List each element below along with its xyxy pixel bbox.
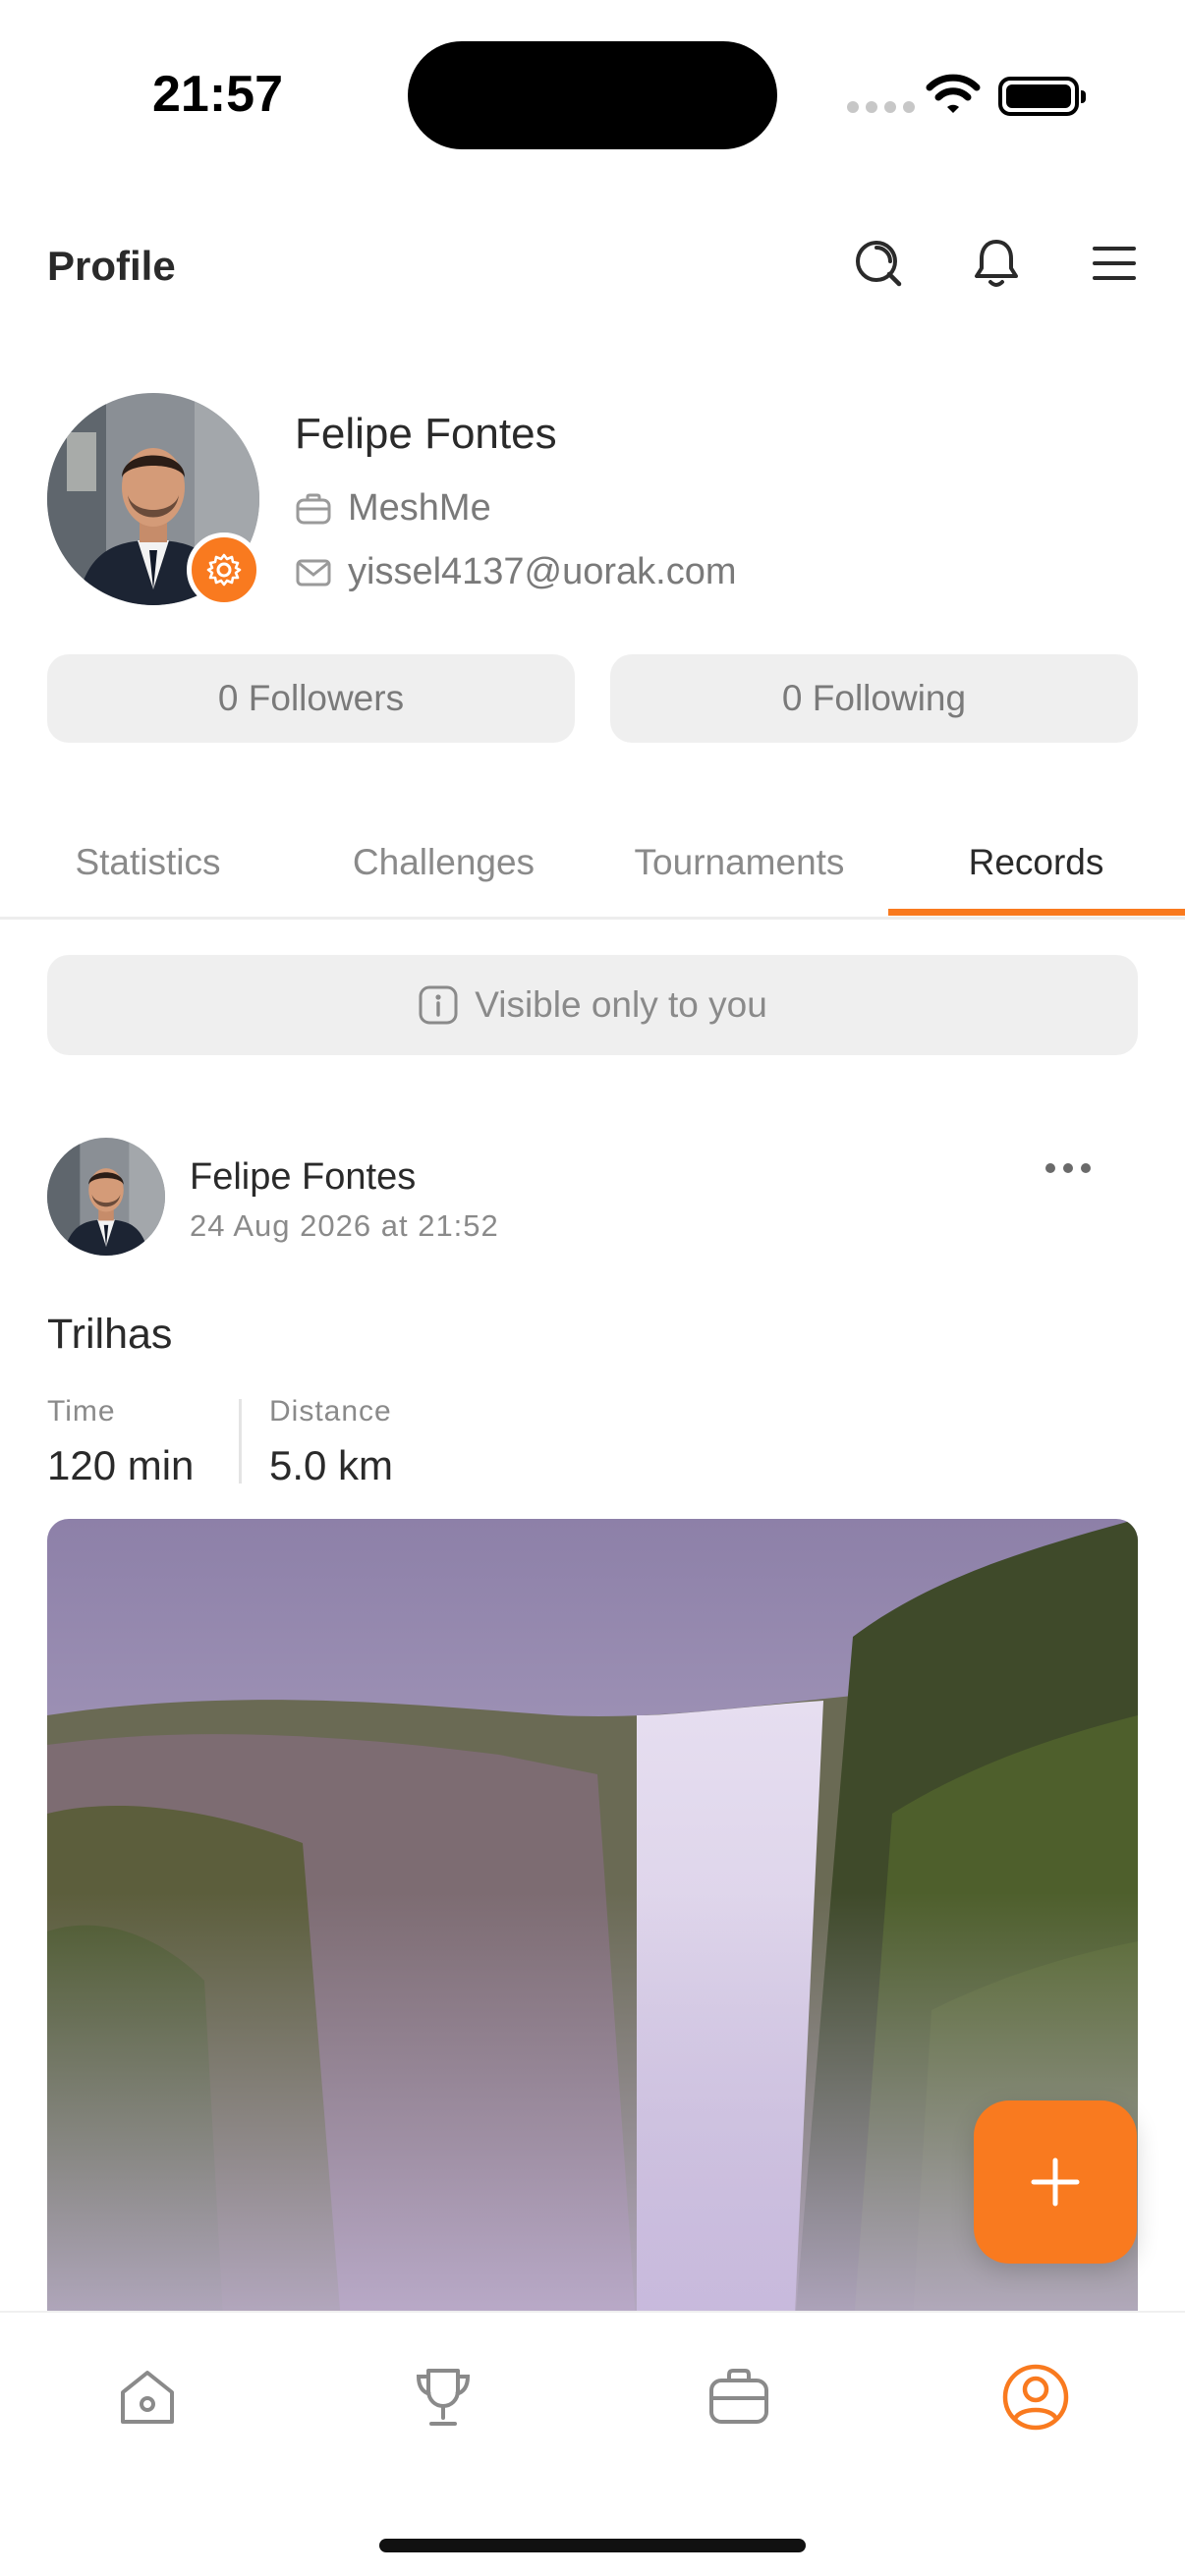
nav-home[interactable] xyxy=(108,2358,187,2436)
hamburger-menu-icon xyxy=(1093,247,1136,280)
profile-company-row: MeshMe xyxy=(295,487,491,530)
post-date: 24 Aug 2026 at 21:52 xyxy=(190,1208,499,1243)
tab-challenges[interactable]: Challenges xyxy=(296,806,592,920)
add-record-button[interactable] xyxy=(974,2100,1137,2264)
trophy-icon xyxy=(416,2369,471,2426)
status-time: 21:57 xyxy=(152,66,283,123)
briefcase-icon xyxy=(709,2369,768,2424)
battery-icon xyxy=(998,77,1086,116)
post-title: Trilhas xyxy=(47,1311,173,1358)
profile-company: MeshMe xyxy=(348,487,491,529)
search-icon xyxy=(856,241,902,287)
menu-button[interactable] xyxy=(1087,236,1142,291)
stat-time-label: Time xyxy=(47,1395,116,1428)
person-photo xyxy=(47,1138,165,1256)
bottom-navigation xyxy=(0,2311,1185,2576)
tab-statistics[interactable]: Statistics xyxy=(0,806,296,920)
nav-profile[interactable] xyxy=(996,2358,1075,2436)
profile-email: yissel4137@uorak.com xyxy=(348,551,737,592)
following-button[interactable]: 0 Following xyxy=(610,654,1138,743)
notifications-button[interactable] xyxy=(969,236,1024,291)
bell-icon xyxy=(975,240,1018,287)
profile-icon xyxy=(1002,2364,1069,2431)
stat-divider xyxy=(239,1399,242,1484)
profile-name: Felipe Fontes xyxy=(295,410,557,458)
home-indicator xyxy=(379,2539,806,2552)
cellular-signal-icon xyxy=(847,101,915,113)
nav-challenges[interactable] xyxy=(404,2358,482,2436)
nav-work[interactable] xyxy=(700,2358,778,2436)
stat-distance-label: Distance xyxy=(269,1395,392,1428)
info-icon xyxy=(419,985,458,1025)
post-author-name: Felipe Fontes xyxy=(190,1156,417,1198)
gear-icon xyxy=(206,553,242,587)
stat-time-value: 120 min xyxy=(47,1442,195,1488)
edit-profile-button[interactable] xyxy=(187,532,261,607)
post-more-options-button[interactable] xyxy=(1045,1163,1091,1173)
followers-button[interactable]: 0 Followers xyxy=(47,654,575,743)
post-author-avatar[interactable] xyxy=(47,1138,165,1256)
dynamic-island xyxy=(408,41,777,149)
visibility-notice-text: Visible only to you xyxy=(475,984,767,1025)
page-title: Profile xyxy=(47,243,176,289)
plus-icon xyxy=(1031,2157,1080,2207)
tab-records[interactable]: Records xyxy=(888,806,1184,920)
mail-icon xyxy=(296,559,331,586)
tab-tournaments[interactable]: Tournaments xyxy=(592,806,887,920)
home-icon xyxy=(121,2371,174,2424)
profile-tabs: Statistics Challenges Tournaments Record… xyxy=(0,806,1185,920)
profile-email-row: yissel4137@uorak.com xyxy=(295,551,737,593)
wifi-icon xyxy=(926,74,981,113)
search-button[interactable] xyxy=(851,236,906,291)
stat-distance-value: 5.0 km xyxy=(269,1442,394,1488)
active-tab-indicator xyxy=(888,909,1185,916)
briefcase-icon xyxy=(296,493,331,524)
visibility-notice: Visible only to you xyxy=(47,955,1138,1055)
